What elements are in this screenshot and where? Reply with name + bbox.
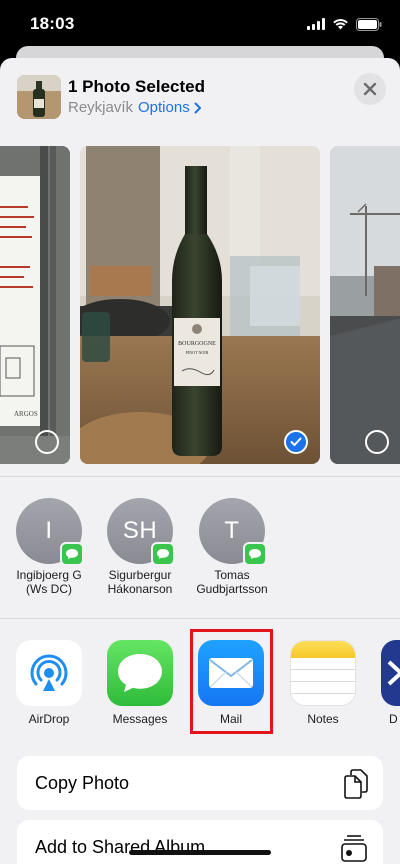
app-messages[interactable]: Messages xyxy=(107,640,173,726)
app-label: D xyxy=(389,712,398,726)
bottle-label-main: BOURGOGNE xyxy=(178,341,216,347)
copy-photo-action[interactable]: Copy Photo xyxy=(17,756,383,810)
contact-suggestion[interactable]: SH Sigurbergur Hákonarson xyxy=(90,498,190,596)
app-notes[interactable]: Notes xyxy=(290,640,356,726)
contact-suggestion[interactable]: I Ingibjoerg G (Ws DC) xyxy=(0,498,99,596)
contact-suggestion[interactable]: T Tomas Gudbjartsson xyxy=(182,498,282,596)
photo-select-circle[interactable] xyxy=(365,430,389,454)
contact-name: Ingibjoerg G (Ws DC) xyxy=(16,568,82,596)
options-label: Options xyxy=(138,99,190,116)
left-sign-text: ARGOS xyxy=(14,410,38,418)
contacts-divider xyxy=(0,618,400,619)
notes-icon xyxy=(290,640,356,706)
share-header: 1 Photo Selected Reykjavík Options xyxy=(0,58,400,136)
messages-badge-icon xyxy=(151,542,175,566)
battery-icon xyxy=(356,17,382,31)
copy-icon xyxy=(344,769,368,799)
photo-left[interactable]: ARGOS xyxy=(0,146,70,464)
avatar: I xyxy=(16,498,84,566)
mail-highlight-box xyxy=(190,629,273,734)
status-time: 18:03 xyxy=(30,14,75,33)
close-icon xyxy=(363,82,377,96)
contact-name: Tomas Gudbjartsson xyxy=(196,568,268,596)
chevron-right-icon xyxy=(194,102,201,113)
close-button[interactable] xyxy=(354,73,386,105)
bottle-label-sub: PINOT NOIR xyxy=(185,350,209,355)
app-partial-icon xyxy=(381,640,400,706)
signal-icon xyxy=(307,18,325,30)
airdrop-icon xyxy=(16,640,82,706)
avatar: T xyxy=(199,498,267,566)
avatar: SH xyxy=(107,498,175,566)
photos-divider xyxy=(0,476,400,477)
app-label: Messages xyxy=(112,712,168,726)
checkmark-icon xyxy=(290,437,302,446)
home-indicator[interactable] xyxy=(129,850,271,855)
avatar-initials: SH xyxy=(122,517,158,544)
options-button[interactable]: Options xyxy=(138,99,202,116)
photo-location: Reykjavík xyxy=(68,99,134,116)
avatar-initials: I xyxy=(45,517,53,544)
messages-badge-icon xyxy=(243,542,267,566)
share-title: 1 Photo Selected xyxy=(68,77,205,96)
app-label: AirDrop xyxy=(28,712,70,726)
app-label: Notes xyxy=(307,712,339,726)
wifi-icon xyxy=(333,19,348,30)
photo-wine-bottle[interactable]: BOURGOGNE PINOT NOIR xyxy=(80,146,320,464)
avatar-initials: T xyxy=(224,517,240,544)
messages-badge-icon xyxy=(60,542,84,566)
app-more[interactable]: D xyxy=(381,640,400,726)
share-sheet: 1 Photo Selected Reykjavík Options ARGOS… xyxy=(0,58,400,864)
contact-name: Sigurbergur Hákonarson xyxy=(107,568,173,596)
app-airdrop[interactable]: AirDrop xyxy=(16,640,82,726)
shared-album-icon xyxy=(341,835,367,862)
photo-selected-checkmark[interactable] xyxy=(284,430,308,454)
action-label: Copy Photo xyxy=(35,773,130,793)
add-to-shared-album-action[interactable]: Add to Shared Album xyxy=(17,820,383,864)
messages-icon xyxy=(107,640,173,706)
photo-right[interactable] xyxy=(330,146,400,464)
status-bar: 18:03 xyxy=(0,0,400,48)
status-icons xyxy=(307,16,382,32)
selected-photo-thumbnail xyxy=(17,75,61,119)
photo-select-circle[interactable] xyxy=(35,430,59,454)
